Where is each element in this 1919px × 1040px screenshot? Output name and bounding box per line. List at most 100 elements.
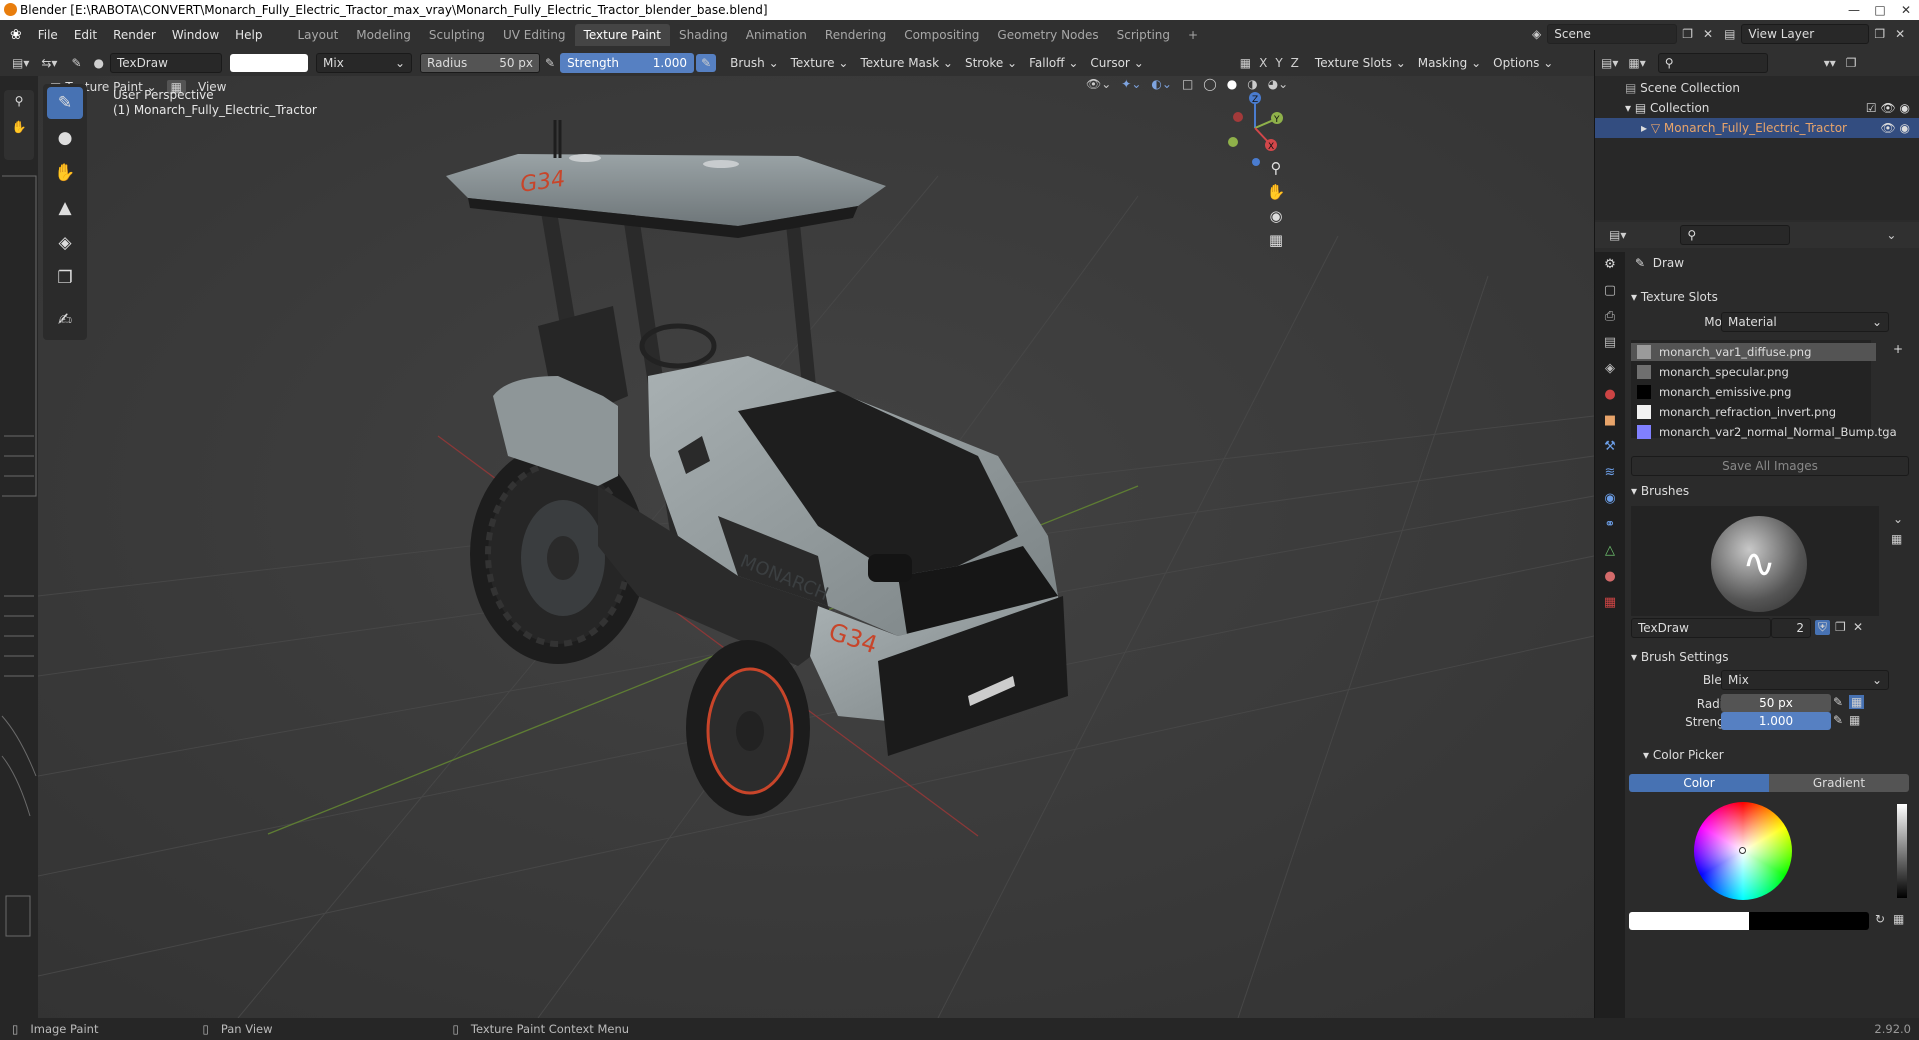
outliner-search[interactable]: ⚲ [1657, 53, 1768, 73]
blend-dropdown[interactable]: Mix ⌄ [1721, 670, 1889, 690]
maximize-icon[interactable]: □ [1867, 0, 1893, 20]
menu-edit[interactable]: Edit [66, 28, 105, 42]
3d-viewport[interactable]: G34 MONARCH G34 Texture Paint ⌄ ▦ View 👁… [38, 76, 1594, 1018]
smear-tool-icon[interactable]: ✋ [47, 157, 83, 189]
modifier-tab-icon[interactable]: ⚒ [1595, 434, 1625, 460]
color-wheel[interactable] [1694, 802, 1792, 900]
color-wheel-cursor[interactable] [1739, 847, 1746, 854]
properties-editor-icon[interactable]: ▤▾ [1609, 228, 1626, 242]
data-tab-icon[interactable]: △ [1595, 538, 1625, 564]
visibility-icon[interactable]: 👁⌄ [1086, 77, 1111, 91]
texture-menu[interactable]: Texture ⌄ [785, 56, 855, 70]
brush-tool-icon[interactable]: ✎ [63, 56, 89, 70]
filter-icon[interactable]: ▾▾ [1824, 56, 1836, 70]
radius-pressure-icon[interactable]: ✎ [1833, 695, 1843, 709]
color-swatch[interactable] [230, 54, 308, 72]
tab-compositing[interactable]: Compositing [895, 24, 988, 46]
remove-scene-icon[interactable]: ✕ [1698, 27, 1718, 41]
fake-user-icon[interactable]: ⛨ [1815, 620, 1831, 635]
object-tab-icon[interactable]: ■ [1595, 408, 1625, 434]
texture-slot-item[interactable]: monarch_specular.png [1631, 363, 1876, 381]
ortho-grid-icon[interactable]: ▦ [1264, 228, 1288, 252]
zoom-icon[interactable]: ⚲ [4, 90, 34, 108]
rendered-shading-icon[interactable]: ◕⌄ [1268, 77, 1289, 91]
strength-slider[interactable]: 1.000 [1721, 712, 1831, 730]
brush-list-menu-icon[interactable]: ⌄ [1893, 512, 1903, 526]
strength-pressure-icon[interactable]: ✎ [1833, 713, 1843, 727]
tab-geometry-nodes[interactable]: Geometry Nodes [988, 24, 1107, 46]
swap-colors-icon[interactable]: ↻ [1875, 912, 1885, 926]
collection-visibility-controls[interactable]: ☑ 👁 ◉ [1866, 98, 1910, 118]
menu-render[interactable]: Render [105, 28, 164, 42]
camera-icon[interactable]: ◉ [1264, 204, 1288, 228]
overlays-icon[interactable]: ◐⌄ [1151, 77, 1172, 91]
tab-texture-paint[interactable]: Texture Paint [574, 24, 670, 46]
view-layer-icon[interactable]: ▤ [1718, 27, 1741, 41]
scene-field[interactable]: Scene [1547, 24, 1678, 44]
brush-name-field[interactable]: TexDraw [1631, 618, 1771, 638]
minimize-icon[interactable]: — [1841, 0, 1867, 20]
tab-uv-editing[interactable]: UV Editing [494, 24, 575, 46]
options-menu[interactable]: Options ⌄ [1487, 56, 1559, 70]
display-mode-icon[interactable]: ▦▾ [1628, 56, 1645, 70]
value-slider[interactable] [1897, 804, 1907, 898]
remove-view-layer-icon[interactable]: ✕ [1890, 27, 1910, 41]
brush-users-count[interactable]: 2 [1771, 618, 1811, 638]
zoom-icon[interactable]: ⚲ [1264, 156, 1288, 180]
brush-settings-header[interactable]: ▾ Brush Settings [1631, 650, 1729, 664]
outliner-editor-icon[interactable]: ▤▾ [1601, 56, 1618, 70]
navigation-gizmo[interactable]: Z Y X [1220, 90, 1290, 166]
brush-preview-area[interactable]: ∿ [1631, 506, 1879, 616]
texture-slot-item[interactable]: monarch_emissive.png [1631, 383, 1876, 401]
material-shading-icon[interactable]: ◑ [1247, 77, 1257, 91]
texture-slots-menu[interactable]: Texture Slots ⌄ [1309, 56, 1412, 70]
mirror-y-toggle[interactable]: Y [1271, 56, 1286, 70]
texture-slot-item[interactable]: monarch_refraction_invert.png [1631, 403, 1876, 421]
new-collection-icon[interactable]: ❐ [1846, 56, 1857, 70]
texture-tab-icon[interactable]: ▦ [1595, 590, 1625, 616]
texture-slot-item[interactable]: monarch_var2_normal_Normal_Bump.tga [1631, 423, 1897, 441]
expand-icon[interactable]: ▾ [1625, 101, 1631, 115]
color-tab[interactable]: Color [1629, 774, 1769, 792]
constraints-tab-icon[interactable]: ⚭ [1595, 512, 1625, 538]
solid-shading-icon[interactable]: ● [1227, 77, 1237, 91]
falloff-menu[interactable]: Falloff ⌄ [1023, 56, 1084, 70]
world-tab-icon[interactable]: ● [1595, 382, 1625, 408]
add-slot-icon[interactable]: + [1893, 342, 1903, 356]
strength-pressure-icon[interactable]: ✎ [696, 54, 717, 72]
texture-mask-menu[interactable]: Texture Mask ⌄ [854, 56, 959, 70]
view-layer-field[interactable]: View Layer [1741, 24, 1870, 44]
add-workspace-icon[interactable]: + [1179, 24, 1207, 46]
soften-tool-icon[interactable]: ● [47, 122, 83, 154]
new-scene-icon[interactable]: ❐ [1677, 27, 1698, 41]
menu-file[interactable]: File [30, 28, 66, 42]
duplicate-brush-icon[interactable]: ❐ [1835, 620, 1846, 634]
save-all-images-button[interactable]: Save All Images [1631, 456, 1909, 476]
outliner-object-row[interactable]: ▸ ▽ Monarch_Fully_Electric_Tractor 👁 ◉ [1595, 118, 1919, 138]
radius-slider[interactable]: 50 px [1721, 694, 1831, 712]
xray-icon[interactable]: □ [1182, 77, 1193, 91]
brushes-header[interactable]: ▾ Brushes [1631, 484, 1689, 498]
mirror-z-toggle[interactable]: Z [1287, 56, 1303, 70]
brush-menu[interactable]: Brush ⌄ [724, 56, 785, 70]
strength-slider[interactable]: Strength 1.000 [560, 53, 695, 73]
fill-tool-icon[interactable]: ◈ [47, 227, 83, 259]
cursor-menu[interactable]: Cursor ⌄ [1084, 56, 1149, 70]
transform-icon[interactable]: ⇆▾ [35, 56, 63, 70]
gradient-tab[interactable]: Gradient [1769, 774, 1909, 792]
annotate-tool-icon[interactable]: ✍ [47, 304, 83, 336]
current-color-swatch[interactable] [1629, 912, 1749, 930]
outliner-scene-collection[interactable]: ▤ Scene Collection [1595, 78, 1919, 98]
view-layer-tab-icon[interactable]: ▤ [1595, 330, 1625, 356]
color-pressure-icon[interactable]: ▦ [1893, 912, 1904, 926]
color-picker-header[interactable]: ▾ Color Picker [1643, 748, 1724, 762]
stroke-menu[interactable]: Stroke ⌄ [959, 56, 1023, 70]
draw-tool-icon[interactable]: ✎ [47, 87, 83, 119]
blender-menu-icon[interactable]: ❀ [0, 27, 30, 43]
radius-pressure-icon[interactable]: ✎ [540, 56, 560, 70]
tab-rendering[interactable]: Rendering [816, 24, 895, 46]
tab-animation[interactable]: Animation [737, 24, 816, 46]
menu-help[interactable]: Help [227, 28, 270, 42]
physics-tab-icon[interactable]: ◉ [1595, 486, 1625, 512]
output-tab-icon[interactable]: ⎙ [1595, 304, 1625, 330]
